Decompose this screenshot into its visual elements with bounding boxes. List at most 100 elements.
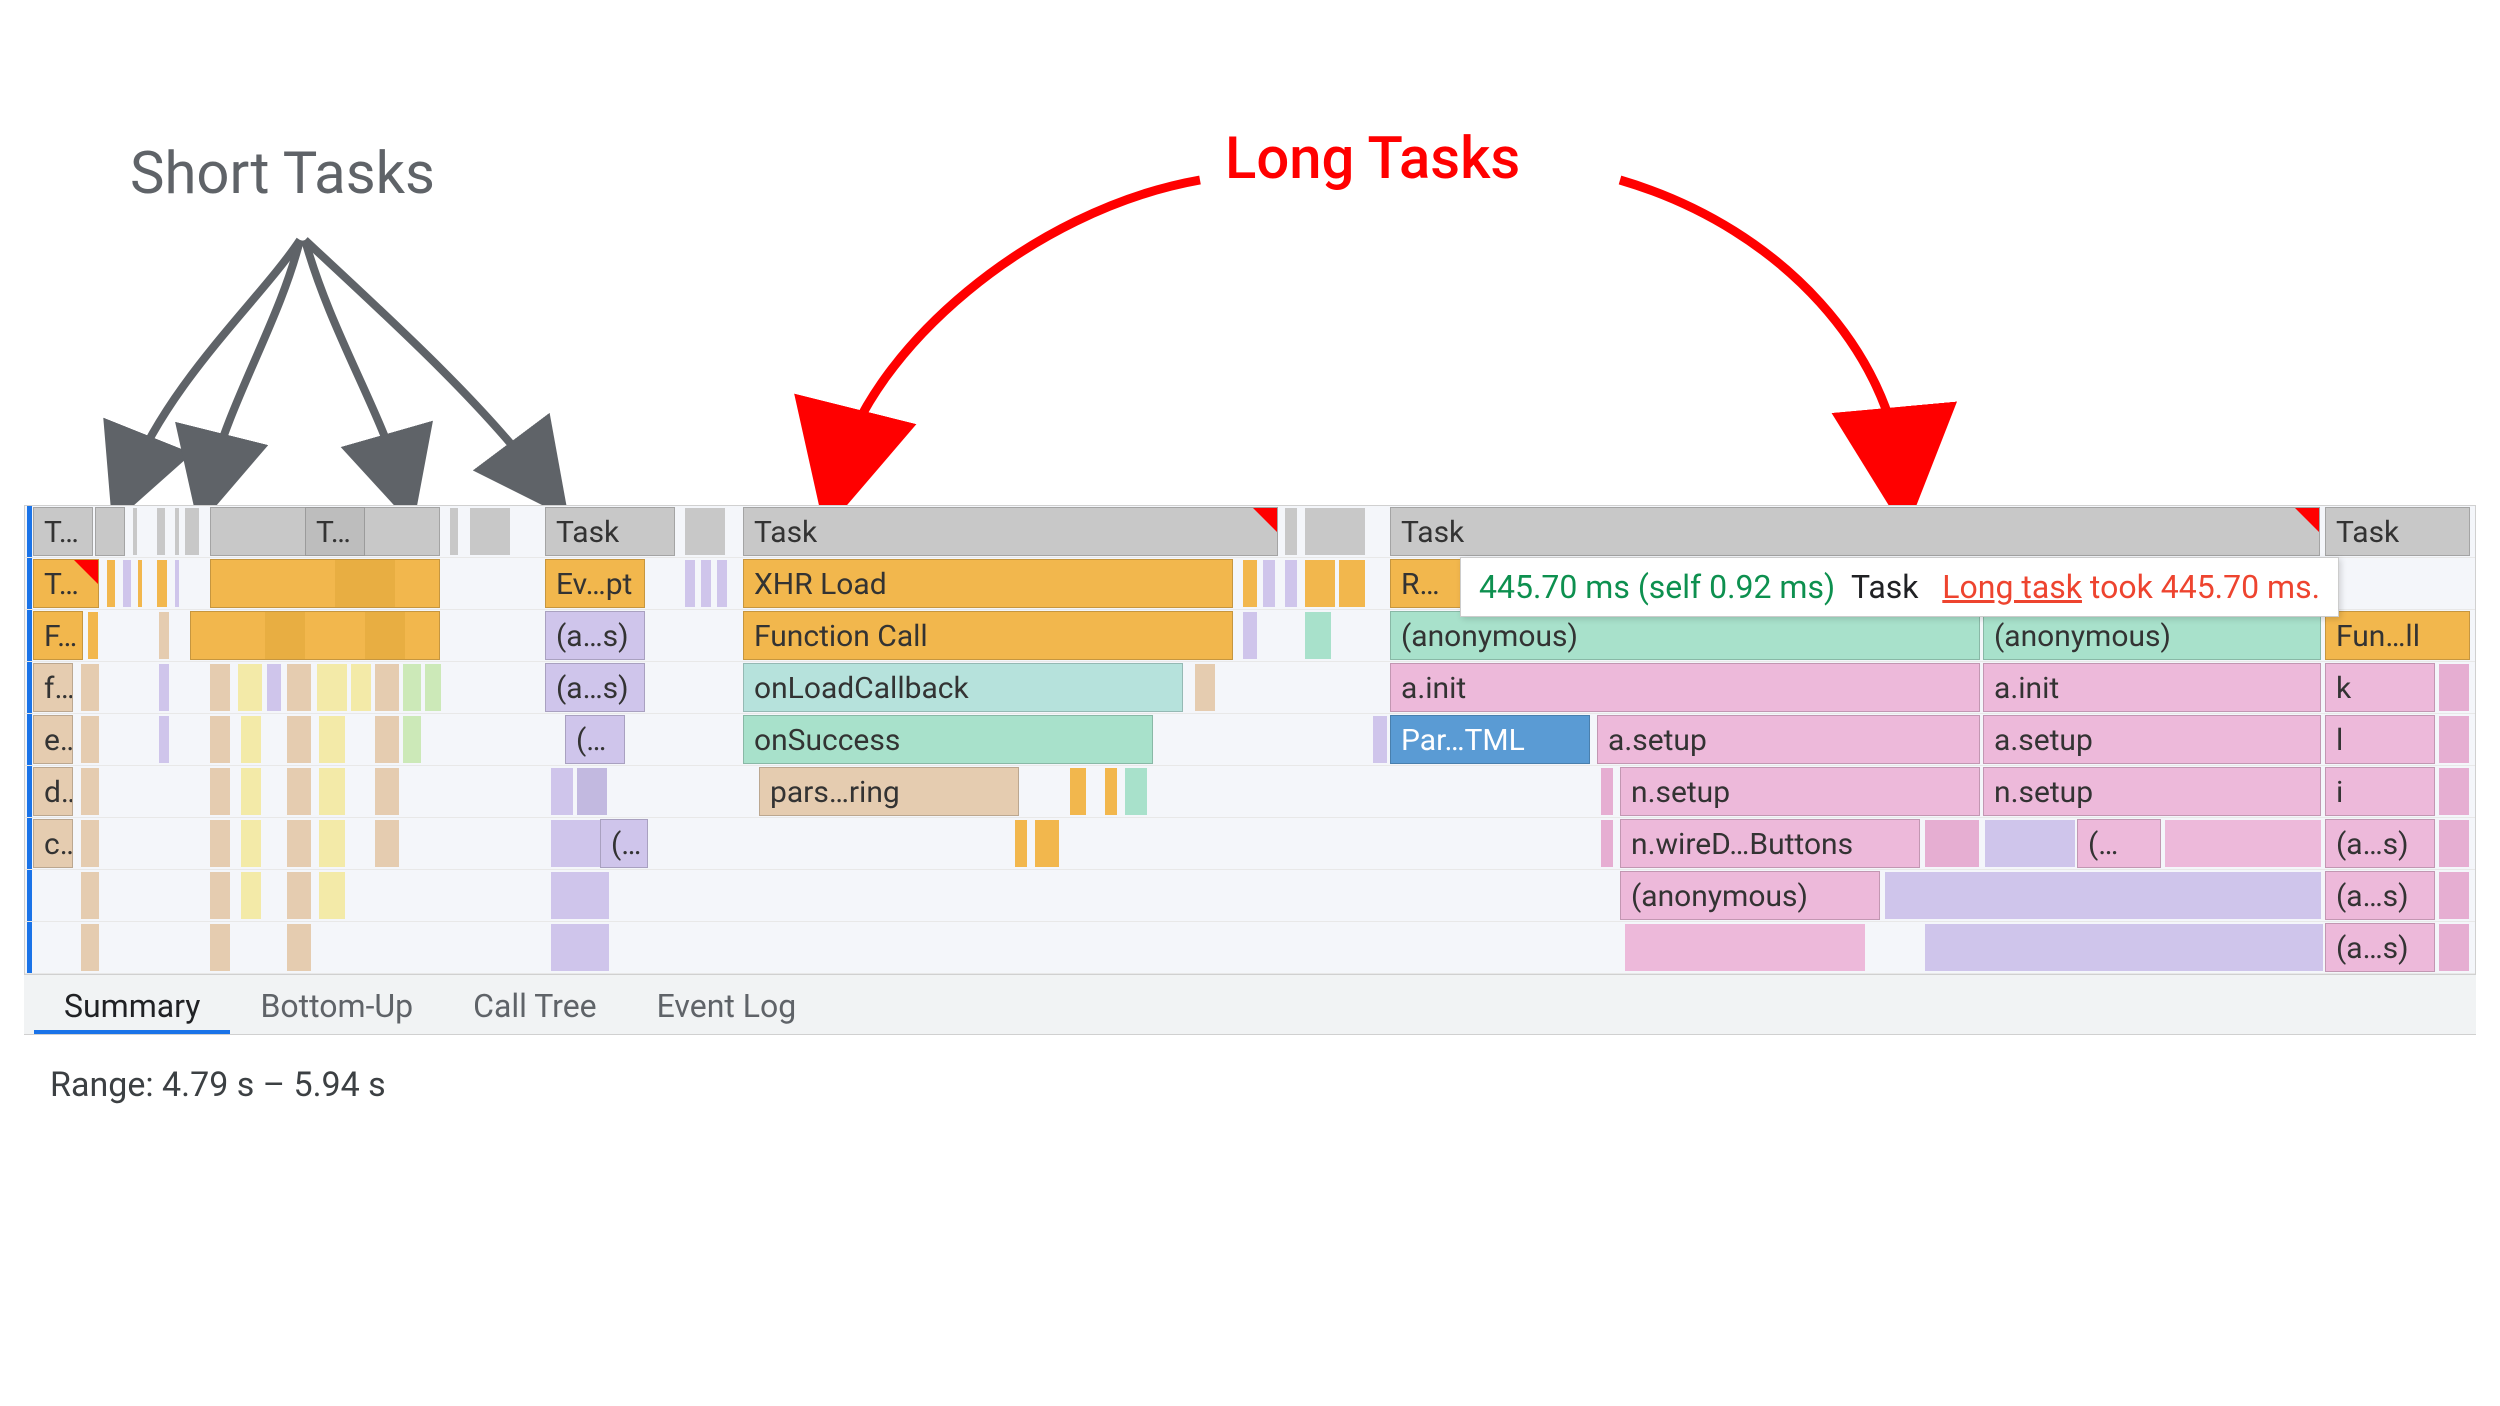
frame-micro[interactable] (159, 664, 169, 711)
tab-summary[interactable]: Summary (34, 975, 230, 1034)
task-block[interactable]: T…k (33, 507, 93, 556)
frame-micro[interactable] (365, 612, 405, 659)
frame-micro[interactable] (138, 560, 142, 607)
frame-micro[interactable] (81, 664, 99, 711)
frame-micro[interactable] (551, 872, 609, 919)
frame-micro[interactable] (1885, 872, 2321, 919)
frame-micro[interactable] (210, 820, 230, 867)
frame-micro[interactable] (1985, 820, 2075, 867)
frame-micro[interactable] (375, 716, 399, 763)
task-micro[interactable] (450, 508, 458, 555)
frame-micro[interactable] (335, 560, 395, 607)
frame-paren[interactable]: (…) (565, 715, 625, 764)
frame-micro[interactable] (2439, 820, 2469, 867)
frame-micro[interactable] (287, 768, 311, 815)
frame-micro[interactable] (210, 664, 230, 711)
frame-micro[interactable] (403, 716, 421, 763)
frame-block[interactable]: Ev…pt (545, 559, 645, 608)
frame-block[interactable]: ff (33, 663, 73, 712)
frame-micro[interactable] (287, 924, 311, 971)
frame-micro[interactable] (403, 664, 421, 711)
frame-micro[interactable] (287, 664, 311, 711)
frame-micro[interactable] (1243, 612, 1257, 659)
task-micro[interactable] (470, 508, 510, 555)
frame-anonymous[interactable]: (anonymous) (1390, 611, 1980, 660)
frame-micro[interactable] (425, 664, 441, 711)
frame-block[interactable]: T…d (33, 559, 99, 608)
frame-k[interactable]: k (2325, 663, 2435, 712)
frame-micro[interactable] (2439, 664, 2469, 711)
frame-micro[interactable] (1925, 820, 1979, 867)
frame-micro[interactable] (241, 768, 261, 815)
task-micro[interactable] (1305, 508, 1365, 555)
frame-micro[interactable] (1601, 820, 1613, 867)
frame-block[interactable] (210, 559, 440, 608)
frame-micro[interactable] (2439, 924, 2469, 971)
task-block[interactable]: Task (2325, 507, 2470, 556)
frame-micro[interactable] (375, 768, 399, 815)
frame-micro[interactable] (551, 924, 609, 971)
frame-micro[interactable] (1285, 560, 1297, 607)
frame-anonymous[interactable]: (anonymous) (1983, 611, 2321, 660)
frame-micro[interactable] (2439, 716, 2469, 763)
frame-micro[interactable] (159, 612, 169, 659)
task-block[interactable]: Task (545, 507, 675, 556)
frame-micro[interactable] (701, 560, 711, 607)
frame-micro[interactable] (159, 716, 169, 763)
frame-micro[interactable] (210, 924, 230, 971)
frame-micro[interactable] (1373, 716, 1387, 763)
frame-micro[interactable] (685, 560, 695, 607)
frame-micro[interactable] (319, 872, 345, 919)
frame-micro[interactable] (81, 716, 99, 763)
frame-anonymous[interactable]: (anonymous) (1620, 871, 1880, 920)
frame-onload[interactable]: onLoadCallback (743, 663, 1183, 712)
frame-micro[interactable] (267, 664, 281, 711)
frame-micro[interactable] (123, 560, 131, 607)
frame-wirebuttons[interactable]: n.wireD…Buttons (1620, 819, 1920, 868)
frame-micro[interactable] (81, 872, 99, 919)
tab-call-tree[interactable]: Call Tree (443, 975, 627, 1034)
frame-paren[interactable]: (… (600, 819, 648, 868)
frame-micro[interactable] (287, 716, 311, 763)
frame-anon[interactable]: (a…s) (545, 663, 645, 712)
frame-micro[interactable] (88, 612, 98, 659)
frame-anon[interactable]: (a…s) (2325, 819, 2435, 868)
task-micro[interactable] (133, 508, 137, 555)
frame-micro[interactable] (551, 768, 573, 815)
frame-micro[interactable] (375, 664, 399, 711)
frame-block[interactable]: cf (33, 819, 73, 868)
frame-block[interactable]: df (33, 767, 73, 816)
frame-nsetup[interactable]: n.setup (1620, 767, 1980, 816)
frame-micro[interactable] (1339, 560, 1365, 607)
task-block-long[interactable]: Task (743, 507, 1278, 556)
frame-micro[interactable] (107, 560, 115, 607)
frame-micro[interactable] (1925, 924, 2323, 971)
frame-micro[interactable] (1601, 768, 1613, 815)
frame-micro[interactable] (1305, 560, 1335, 607)
frame-micro[interactable] (175, 560, 179, 607)
frame-micro[interactable] (1263, 560, 1275, 607)
frame-micro[interactable] (2439, 768, 2469, 815)
task-micro[interactable] (157, 508, 165, 555)
frame-micro[interactable] (317, 664, 347, 711)
frame-micro[interactable] (157, 560, 167, 607)
frame-micro[interactable] (81, 768, 99, 815)
frame-micro[interactable] (351, 664, 371, 711)
frame-micro[interactable] (81, 924, 99, 971)
frame-micro[interactable] (319, 716, 345, 763)
frame-micro[interactable] (238, 664, 262, 711)
frame-function-call[interactable]: Fun…ll (2325, 611, 2470, 660)
frame-micro[interactable] (1070, 768, 1086, 815)
frame-nsetup[interactable]: n.setup (1983, 767, 2321, 816)
task-micro[interactable] (175, 508, 179, 555)
frame-micro[interactable] (2439, 872, 2469, 919)
frame-micro[interactable] (577, 768, 607, 815)
frame-parsestring[interactable]: pars…ring (759, 767, 1019, 816)
frame-parse-html[interactable]: Par…TML (1390, 715, 1590, 764)
frame-micro[interactable] (1015, 820, 1027, 867)
frame-micro[interactable] (1243, 560, 1257, 607)
frame-asetup[interactable]: a.setup (1597, 715, 1980, 764)
frame-micro[interactable] (1305, 612, 1331, 659)
tab-bottom-up[interactable]: Bottom-Up (230, 975, 443, 1034)
frame-ainit[interactable]: a.init (1390, 663, 1980, 712)
